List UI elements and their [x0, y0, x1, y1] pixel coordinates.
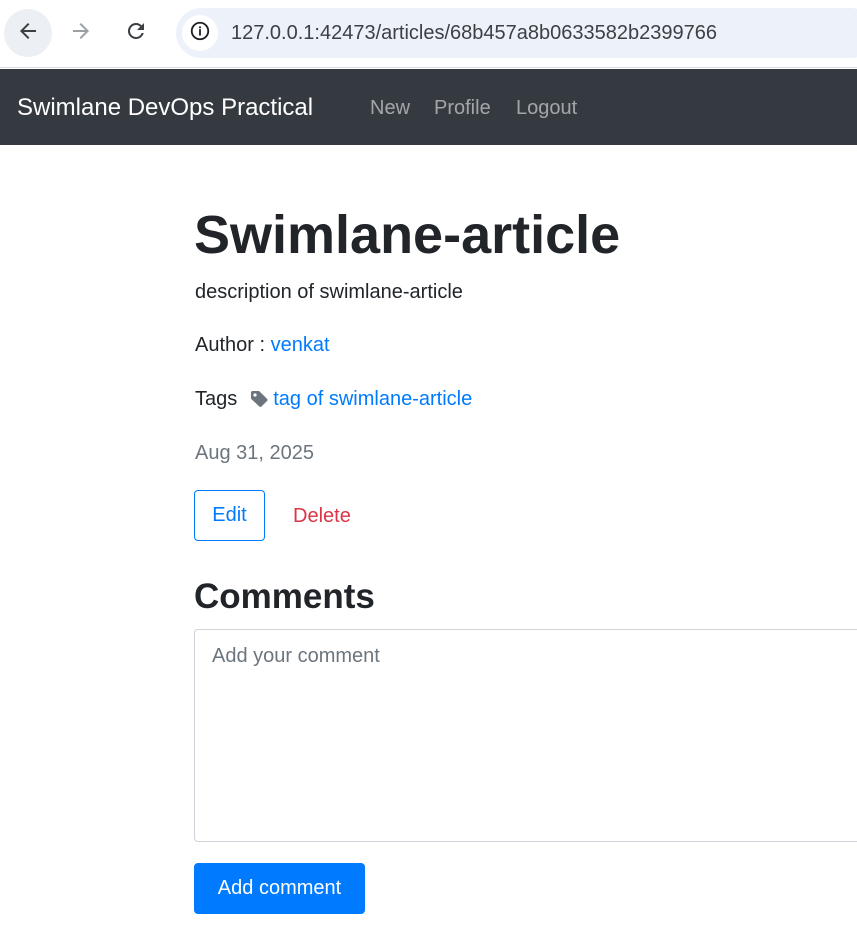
arrow-left-icon — [16, 19, 40, 48]
author-link[interactable]: venkat — [271, 334, 330, 356]
nav-link-logout[interactable]: Logout — [516, 96, 577, 120]
comment-input[interactable] — [194, 629, 857, 842]
tags-label: Tags — [195, 388, 238, 410]
app-navbar: Swimlane DevOps Practical New Profile Lo… — [0, 69, 857, 145]
address-bar[interactable]: 127.0.0.1:42473/articles/68b457a8b063358… — [176, 8, 857, 58]
article-date: Aug 31, 2025 — [195, 442, 314, 464]
forward-button[interactable] — [57, 9, 105, 57]
author-label: Author : — [195, 334, 271, 356]
article-description: description of swimlane-article — [195, 281, 463, 303]
delete-button[interactable]: Delete — [293, 503, 351, 529]
nav-link-new[interactable]: New — [370, 96, 410, 120]
tags-row: Tags tag of swimlane-article — [195, 386, 472, 412]
edit-button[interactable]: Edit — [194, 490, 265, 541]
reload-button[interactable] — [112, 9, 160, 57]
tag-icon — [249, 389, 269, 409]
back-button[interactable] — [4, 9, 52, 57]
author-row: Author : venkat — [195, 332, 330, 358]
site-info-button[interactable] — [182, 15, 218, 51]
add-comment-button[interactable]: Add comment — [194, 863, 365, 914]
url-text[interactable]: 127.0.0.1:42473/articles/68b457a8b063358… — [231, 21, 717, 45]
article-title: Swimlane-article — [194, 205, 621, 265]
arrow-right-icon — [69, 19, 93, 48]
info-icon — [189, 20, 211, 47]
article-content: Swimlane-article description of swimlane… — [194, 145, 857, 939]
browser-toolbar: 127.0.0.1:42473/articles/68b457a8b063358… — [0, 0, 857, 68]
nav-link-profile[interactable]: Profile — [434, 96, 491, 120]
comments-heading: Comments — [194, 577, 375, 616]
navbar-brand[interactable]: Swimlane DevOps Practical — [17, 94, 313, 122]
reload-icon — [124, 19, 148, 48]
tag-link[interactable]: tag of swimlane-article — [273, 386, 472, 412]
